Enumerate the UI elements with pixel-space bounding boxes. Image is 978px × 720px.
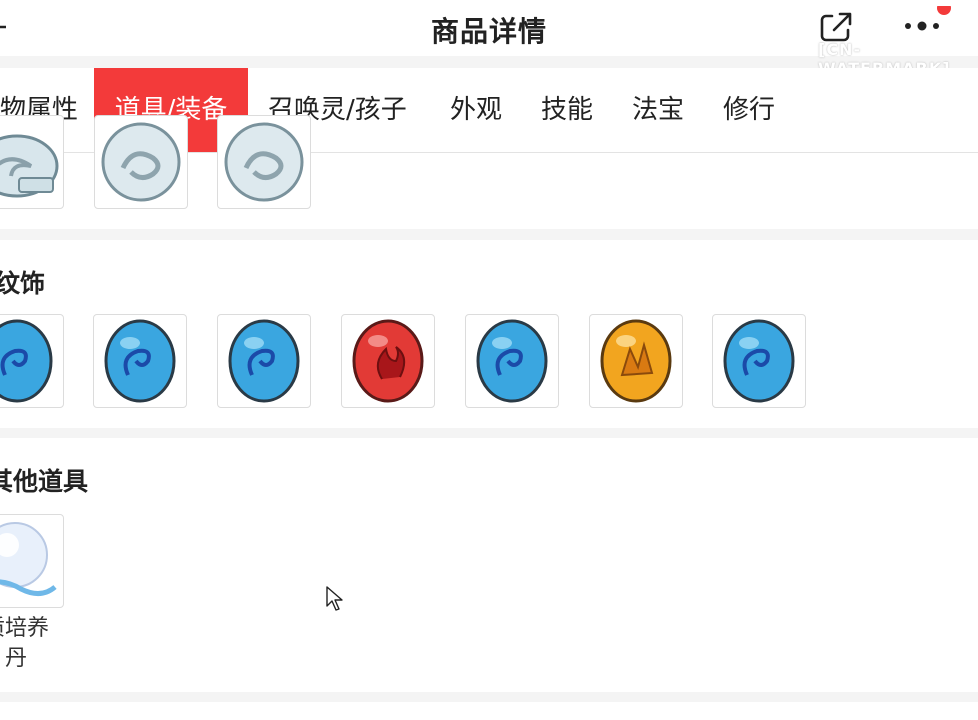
item-slot[interactable] (0, 115, 64, 209)
item-slot[interactable] (0, 514, 64, 608)
blue-gem-icon (476, 319, 548, 403)
silver-token-icon (0, 134, 59, 198)
share-icon[interactable] (818, 10, 856, 44)
gold-gem-icon (600, 319, 672, 403)
section-title: 其他道具 (0, 467, 89, 496)
equipment-section (0, 115, 978, 229)
pearl-icon (0, 522, 57, 596)
item-slot[interactable] (589, 314, 683, 408)
tab-cultivation[interactable]: 修行 (723, 68, 775, 152)
tab-appearance[interactable]: 外观 (450, 68, 502, 152)
tab-treasures[interactable]: 法宝 (632, 68, 684, 152)
item-slot[interactable] (93, 314, 187, 408)
item-slot[interactable] (465, 314, 559, 408)
item-name: 质培养 丹 (0, 616, 49, 671)
watermark-logo: [CN-WATERMARK] (818, 40, 950, 78)
red-gem-icon (352, 319, 424, 403)
other-items-section: 其他道具 质培养 丹 (0, 438, 978, 692)
item-slot[interactable] (0, 314, 64, 408)
blue-gem-icon (228, 319, 300, 403)
blue-gem-icon (104, 319, 176, 403)
section-title: 饰纹饰 (0, 269, 46, 298)
silver-token-icon (224, 122, 304, 202)
pattern-section: 饰纹饰 (0, 240, 978, 428)
blue-gem-icon (723, 319, 795, 403)
item-slot[interactable] (94, 115, 188, 209)
silver-token-icon (101, 122, 181, 202)
notification-dot (937, 6, 951, 15)
item-slot[interactable] (217, 314, 311, 408)
blue-gem-icon (0, 319, 53, 403)
tab-skills[interactable]: 技能 (541, 68, 593, 152)
mouse-cursor-icon (326, 586, 343, 611)
next-section-edge (0, 702, 978, 720)
item-slot[interactable] (341, 314, 435, 408)
item-slot[interactable] (712, 314, 806, 408)
top-bar: 商品详情 [CN-WATERMARK] (0, 0, 978, 78)
item-slot[interactable] (217, 115, 311, 209)
